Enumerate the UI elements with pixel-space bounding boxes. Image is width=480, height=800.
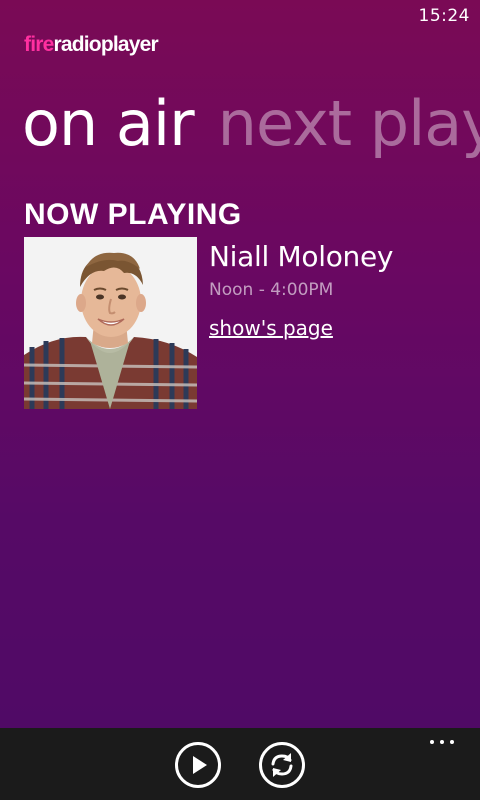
app-bar xyxy=(0,728,480,800)
presenter-name: Niall Moloney xyxy=(209,240,394,273)
refresh-button[interactable] xyxy=(259,742,305,788)
pivot-tab-on-air[interactable]: on air xyxy=(22,84,195,164)
app-logo: fireradioplayer xyxy=(24,33,159,57)
play-button[interactable] xyxy=(175,742,221,788)
pivot-tab-next-playing[interactable]: next playing xyxy=(218,84,480,164)
show-info: Niall Moloney Noon - 4:00PM show's page xyxy=(209,240,393,340)
pivot-headers: on air next playing xyxy=(22,84,480,164)
logo-radioplayer-text: radioplayer xyxy=(53,33,158,56)
status-bar: 15:24 xyxy=(0,0,480,32)
now-playing-heading: NOW PLAYING xyxy=(24,198,242,231)
shows-page-link[interactable]: show's page xyxy=(209,316,333,340)
more-icon[interactable] xyxy=(430,732,458,752)
play-icon xyxy=(193,756,207,774)
show-time: Noon - 4:00PM xyxy=(209,280,334,300)
presenter-photo xyxy=(24,237,197,409)
logo-fire-text: fire xyxy=(24,33,54,56)
status-time: 15:24 xyxy=(418,6,470,26)
refresh-icon xyxy=(271,753,293,777)
